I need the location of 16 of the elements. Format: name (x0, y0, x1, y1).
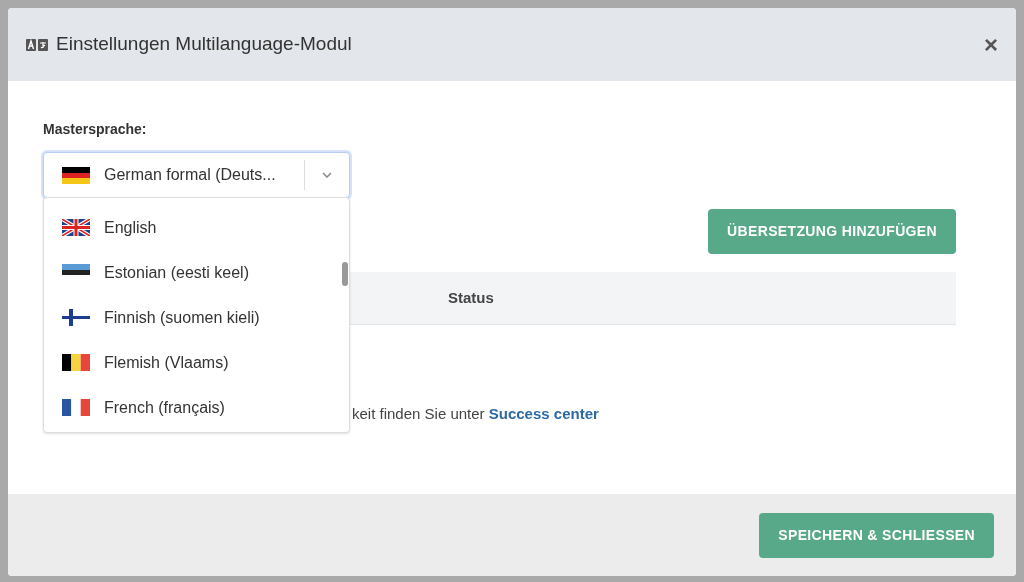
language-select[interactable]: German formal (Deuts... (43, 152, 350, 198)
success-center-link[interactable]: Success center (488, 405, 599, 422)
language-option[interactable]: Estonian (eesti keel) (44, 250, 349, 295)
column-header: Status (448, 287, 494, 308)
help-text: keit finden Sie unter Success center (352, 405, 599, 422)
scrollbar-thumb[interactable] (342, 262, 348, 286)
language-option[interactable]: French (français) (44, 385, 349, 430)
select-value: German formal (Deuts... (104, 165, 276, 185)
language-option[interactable]: English (44, 205, 349, 250)
dialog-title: Einstellungen Multilanguage-Modul (56, 32, 352, 57)
language-option[interactable]: Flemish (Vlaams) (44, 340, 349, 385)
field-label: Mastersprache: (43, 120, 148, 139)
translate-icon (26, 38, 48, 51)
close-button[interactable]: × (984, 32, 998, 57)
chevron-down-icon (322, 172, 332, 178)
language-option[interactable]: Finnish (suomen kieli) (44, 295, 349, 340)
